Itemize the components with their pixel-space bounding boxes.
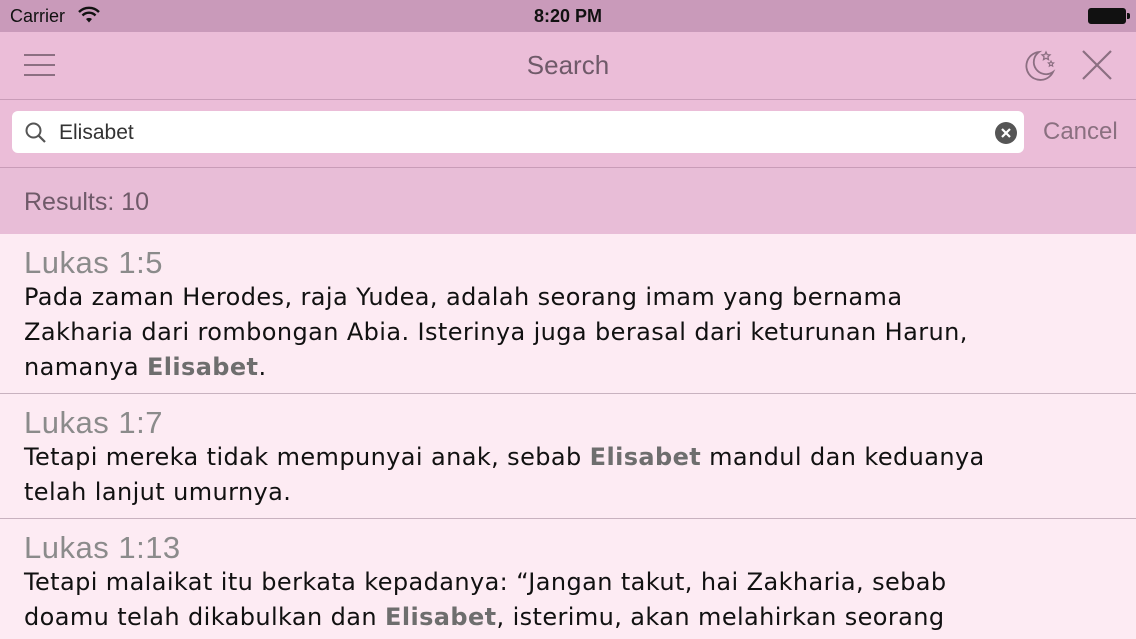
status-time: 8:20 PM xyxy=(533,6,603,26)
results-list: Lukas 1:5 Pada zaman Herodes, raja Yudea… xyxy=(0,234,1136,639)
search-icon xyxy=(24,121,48,150)
result-item[interactable]: Lukas 1:5 Pada zaman Herodes, raja Yudea… xyxy=(0,234,1136,394)
clear-search-icon[interactable] xyxy=(995,122,1017,149)
page-title: Search xyxy=(526,50,610,80)
search-box[interactable] xyxy=(12,111,1024,153)
verse-reference: Lukas 1:5 xyxy=(24,245,163,280)
verse-line: telah lanjut umurnya. xyxy=(24,478,292,506)
verse-line: Zakharia dari rombongan Abia. Isterinya … xyxy=(24,318,968,346)
close-icon[interactable] xyxy=(1080,48,1114,87)
nav-bar: Search xyxy=(0,32,1136,100)
verse-text: Pada zaman Herodes, raja Yudea, adalah s… xyxy=(24,280,1112,385)
verse-text: Tetapi mereka tidak mempunyai anak, seba… xyxy=(24,440,1112,510)
verse-reference: Lukas 1:7 xyxy=(24,405,163,440)
verse-line: Tetapi mereka tidak mempunyai anak, seba… xyxy=(24,443,985,471)
results-count-bar: Results: 10 xyxy=(0,168,1136,234)
search-highlight: Elisabet xyxy=(385,603,497,631)
search-highlight: Elisabet xyxy=(146,353,259,381)
battery-icon xyxy=(1088,8,1130,24)
search-highlight: Elisabet xyxy=(589,443,702,471)
search-bar: Cancel xyxy=(0,100,1136,168)
verse-line: namanya Elisabet. xyxy=(24,353,267,381)
verse-line: Tetapi malaikat itu berkata kepadanya: “… xyxy=(24,568,947,596)
verse-line: doamu telah dikabulkan dan Elisabet, ist… xyxy=(24,603,945,631)
cancel-button[interactable]: Cancel xyxy=(1043,118,1118,146)
result-item[interactable]: Lukas 1:13 Tetapi malaikat itu berkata k… xyxy=(0,519,1136,639)
search-input[interactable] xyxy=(57,117,981,149)
results-count: Results: 10 xyxy=(24,188,150,216)
verse-reference: Lukas 1:13 xyxy=(24,530,181,565)
status-bar: Carrier 8:20 PM xyxy=(0,0,1136,32)
result-item[interactable]: Lukas 1:7 Tetapi mereka tidak mempunyai … xyxy=(0,394,1136,519)
night-mode-icon[interactable] xyxy=(1022,48,1058,87)
verse-text: Tetapi malaikat itu berkata kepadanya: “… xyxy=(24,565,1112,635)
verse-line: Pada zaman Herodes, raja Yudea, adalah s… xyxy=(24,283,903,311)
